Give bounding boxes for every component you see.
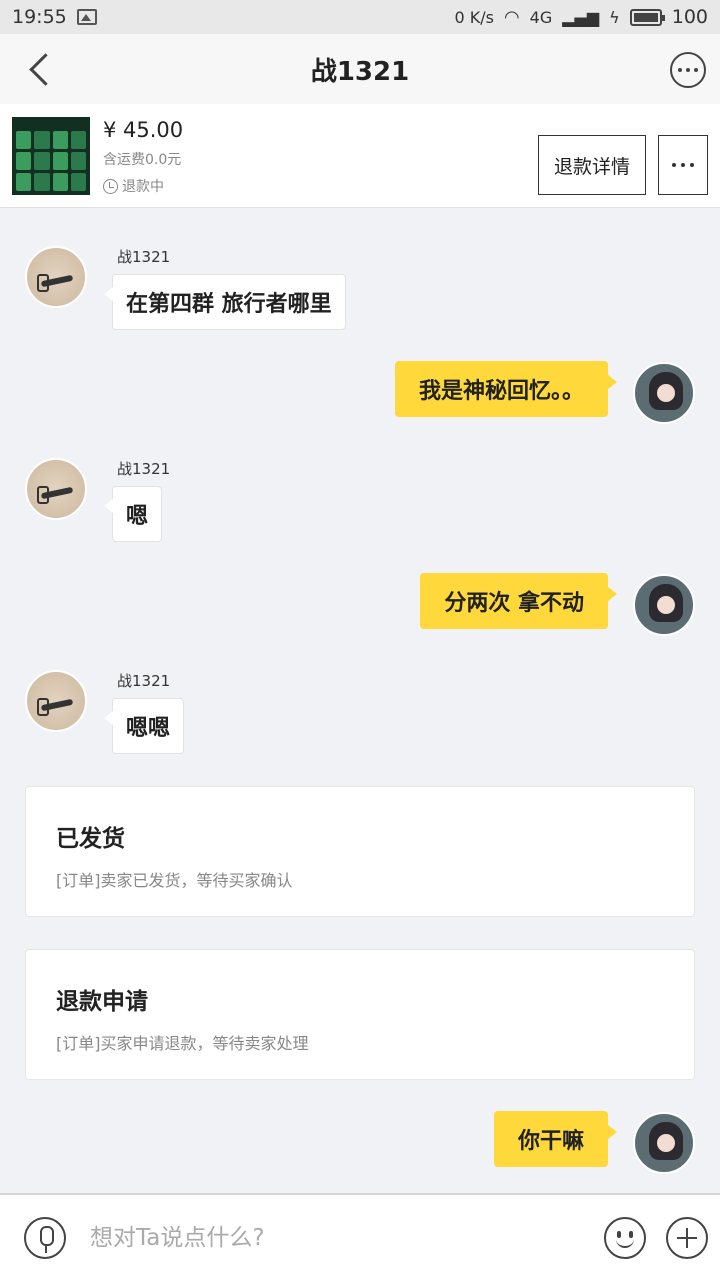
clock-icon [103,178,118,194]
charging-icon: ϟ [609,7,620,27]
battery-level: 100 [671,6,708,28]
order-shipping: 含运费0.0元 [103,152,182,168]
ellipsis-dot [681,163,685,167]
message-bubble[interactable]: 嗯 [103,486,163,542]
message-bubble[interactable]: 在第四群 旅行者哪里 [104,274,346,330]
battery-icon [629,8,665,26]
card-title: 退款申请 [56,989,148,1015]
status-left: 19:55 [12,6,97,28]
card-description: [订单]买家申请退款，等待卖家处理 [56,1034,309,1053]
seller-avatar[interactable] [25,670,87,732]
net-speed: 0 K/s [454,7,494,27]
message-input-bar [0,1193,720,1280]
order-status: 退款中 [103,176,164,196]
wifi-icon: ◠ [503,6,520,28]
refund-details-button[interactable]: 退款详情 [538,135,646,195]
status-bar: 19:55 0 K/s ◠ 4G ▂▄▆ ϟ 100 [0,0,720,34]
message-bubble[interactable]: 你干嘛 [493,1111,618,1167]
plus-icon[interactable] [666,1217,708,1259]
ellipsis-dot [672,163,676,167]
gallery-notification-icon [76,9,97,25]
emoji-icon[interactable] [604,1217,646,1259]
message-bubble[interactable]: 分两次 拿不动 [420,573,617,629]
sender-name: 战1321 [117,460,171,478]
status-right: 0 K/s ◠ 4G ▂▄▆ ϟ 100 [454,6,708,28]
page-title: 战1321 [310,56,410,87]
message-input[interactable] [90,1217,590,1259]
card-title: 已发货 [56,826,125,852]
ellipsis-icon[interactable] [658,135,708,195]
battery-fill [633,12,658,22]
more-dot [678,68,682,72]
order-event-card[interactable]: 退款申请 [订单]买家申请退款，等待卖家处理 [25,949,695,1080]
card-description: [订单]卖家已发货，等待买家确认 [56,871,293,890]
more-circle-icon[interactable] [670,52,706,88]
sender-name: 战1321 [117,672,171,690]
order-summary-bar[interactable]: ¥ 45.00 含运费0.0元 退款中 退款详情 [0,104,720,208]
more-dot [686,68,690,72]
product-thumbnail[interactable] [12,117,90,195]
chat-header: 战1321 [0,34,720,104]
chevron-left-icon[interactable] [24,52,58,86]
signal-label: 4G [529,7,553,27]
my-avatar[interactable] [633,362,695,424]
ellipsis-dot [690,163,694,167]
seller-avatar[interactable] [25,458,87,520]
status-time: 19:55 [12,6,67,28]
more-dot [694,68,698,72]
my-avatar[interactable] [633,574,695,636]
signal-icon: ▂▄▆ [562,7,600,27]
order-event-card[interactable]: 已发货 [订单]卖家已发货，等待买家确认 [25,786,695,917]
order-status-label: 退款中 [122,179,164,195]
sender-name: 战1321 [117,248,171,266]
message-bubble[interactable]: 我是神秘回忆。。 [394,361,618,417]
message-bubble[interactable]: 嗯嗯 [103,698,185,754]
microphone-icon[interactable] [24,1217,66,1259]
seller-avatar[interactable] [25,246,87,308]
order-price: ¥ 45.00 [103,118,184,142]
my-avatar[interactable] [633,1112,695,1174]
